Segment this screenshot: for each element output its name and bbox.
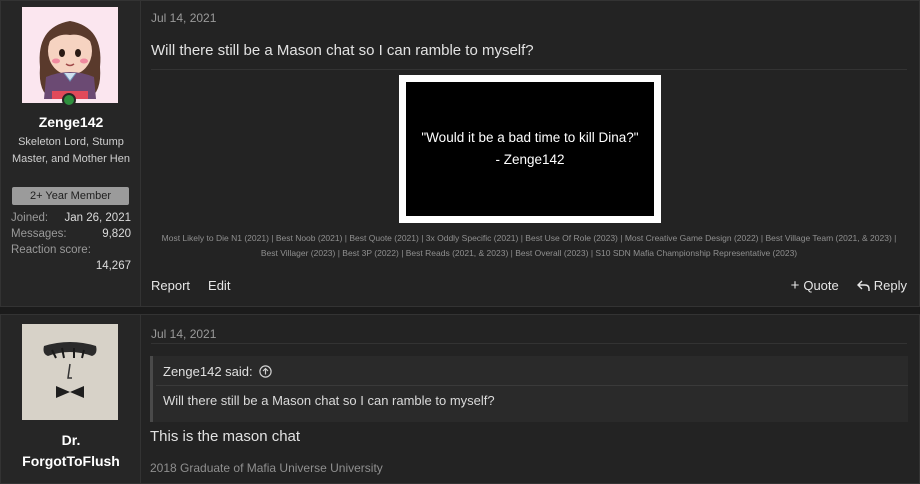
post-date[interactable]: Jul 14, 2021 [151,327,216,341]
messages-value: 9,820 [102,228,131,240]
signature-line2: Best Villager (2023) | Best 3P (2022) | … [260,248,798,258]
reaction-label: Reaction score: [11,244,91,256]
username-line1: Dr. [61,432,81,448]
user-stats: Joined: Jan 26, 2021 Messages: 9,820 React… [11,210,131,274]
post-zenge142: Zenge142 Skeleton Lord, Stump Master, an… [0,0,920,307]
attached-quote-image[interactable]: "Would it be a bad time to kill Dina?" -… [399,75,661,223]
username[interactable]: Zenge142 [1,112,141,133]
username[interactable]: Dr. ForgotToFlush [1,430,141,472]
quote-image-line1: "Would it be a bad time to kill Dina?" [421,130,639,145]
member-badge: 2+ Year Member [12,187,129,205]
quote-author: Zenge142 said: [163,364,253,379]
quote-text: Will there still be a Mason chat so I ca… [163,393,495,408]
signature: Most Likely to Die N1 (2021) | Best Noob… [151,231,907,261]
avatar[interactable] [22,324,118,420]
post-actions-right: + Quote Reply [791,278,907,293]
joined-label: Joined: [11,212,49,224]
quote-image-line2: - Zenge142 [495,152,565,167]
user-title: Skeleton Lord, Stump Master, and Mother … [11,136,130,165]
quote-divider [156,385,908,386]
reaction-value: 14,267 [95,260,131,272]
avatar[interactable] [22,7,118,103]
divider [151,343,907,344]
plus-icon: + [790,277,800,294]
post-text: Will there still be a Mason chat so I ca… [151,42,534,59]
divider [151,69,907,70]
user-panel: Zenge142 Skeleton Lord, Stump Master, an… [1,1,141,306]
reply-button[interactable]: Reply [856,278,907,293]
post-date[interactable]: Jul 14, 2021 [151,11,216,25]
quote-label: Quote [803,278,839,293]
messages-label: Messages: [11,228,67,240]
quote-button[interactable]: + Quote [791,278,839,293]
quote-block: Zenge142 said: Will there still be a Mas… [150,356,908,422]
post-actions-left: Report Edit [151,278,230,293]
joined-value: Jan 26, 2021 [64,212,131,224]
reply-label: Reply [873,278,907,293]
reply-icon [856,280,870,291]
quote-header[interactable]: Zenge142 said: [163,364,272,379]
online-status-icon [62,93,76,107]
signature-line1: Most Likely to Die N1 (2021) | Best Noob… [161,233,897,243]
post-text: This is the mason chat [150,428,301,445]
username-line2: ForgotToFlush [22,453,120,469]
edit-button[interactable]: Edit [208,278,230,293]
arrow-up-circle-icon[interactable] [258,365,272,378]
user-panel: Dr. ForgotToFlush [1,315,141,483]
report-button[interactable]: Report [151,278,190,293]
